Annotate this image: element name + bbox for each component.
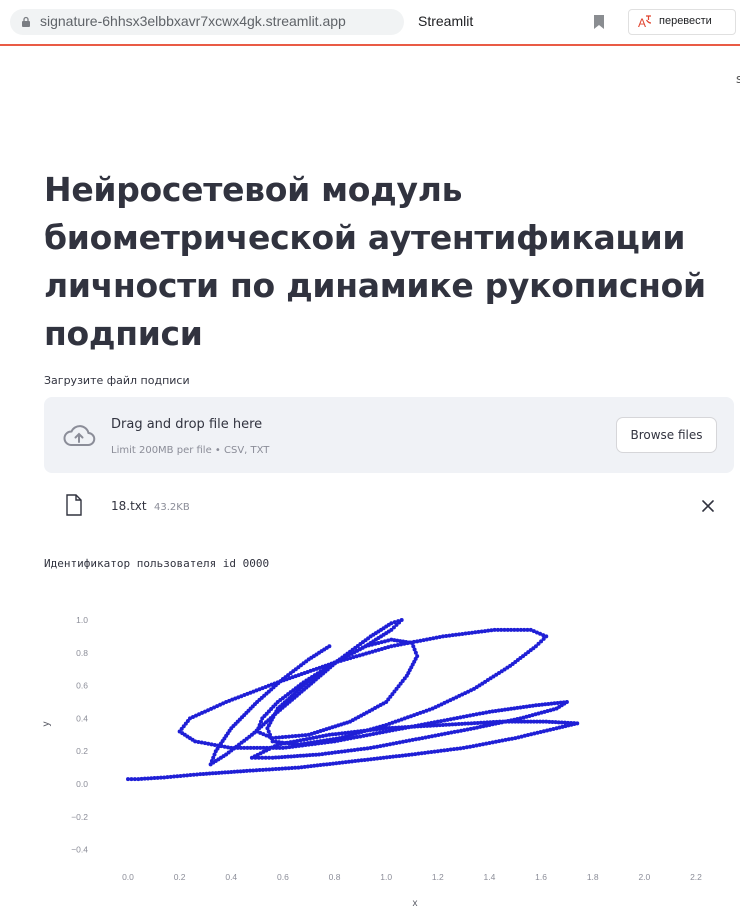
tab-title[interactable]: Streamlit [418,13,473,29]
x-axis-title: x [413,898,418,908]
user-id-output: Идентификатор пользователя id 0000 [44,557,270,570]
drop-text: Drag and drop file here [111,417,263,432]
x-tick-label: 1.2 [432,872,444,882]
x-tick-label: 0.0 [122,872,134,882]
x-tick-label: 0.8 [329,872,341,882]
url-text: signature-6hhsx3elbbxavr7xcwx4gk.streaml… [40,13,346,29]
cloud-upload-icon [63,425,96,446]
limit-text: Limit 200MB per file • CSV, TXT [111,445,270,456]
file-icon [66,494,82,516]
translate-button[interactable]: A перевести [628,9,736,35]
y-tick-label: 0.4 [76,713,88,723]
data-point [260,755,265,760]
x-tick-label: 1.6 [535,872,547,882]
file-dropzone[interactable]: Drag and drop file here Limit 200MB per … [44,397,734,473]
uploaded-file-size: 43.2KB [154,502,190,513]
uploaded-file-name: 18.txt [111,499,147,513]
x-tick-label: 0.2 [174,872,186,882]
upload-label: Загрузите файл подписи [44,374,190,387]
x-tick-label: 0.4 [225,872,237,882]
svg-text:A: A [638,16,646,30]
data-point [270,755,275,760]
y-tick-label: 0.2 [76,746,88,756]
bookmark-icon[interactable] [594,15,604,29]
data-point [267,755,272,760]
lock-icon [22,16,30,27]
page-title: Нейросетевой модуль биометрической аутен… [44,170,706,353]
x-tick-label: 1.8 [587,872,599,882]
signature-scatter-chart[interactable]: 1.0 0.8 0.6 0.4 0.2 0.0 −0.2 −0.4 0.0 0.2 0.4 0.6 0.… [0,600,740,908]
right-edge-char: s [736,72,740,86]
x-tick-label: 2.0 [638,872,650,882]
y-tick-label: 0.0 [76,779,88,789]
translate-label: перевести [659,15,712,27]
x-tick-label: 2.2 [690,872,702,882]
x-tick-label: 1.0 [380,872,392,882]
y-axis-title: y [41,722,52,727]
data-point [132,777,137,782]
y-tick-label: −0.2 [71,812,88,822]
address-bar[interactable]: signature-6hhsx3elbbxavr7xcwx4gk.streaml… [10,9,404,35]
data-point [126,777,130,782]
streamlit-header-decoration [0,44,740,46]
browse-files-button[interactable]: Browse files [616,417,717,453]
data-point [389,621,394,626]
y-tick-label: 0.8 [76,648,88,658]
data-point [263,755,268,760]
y-tick-label: 1.0 [76,615,88,625]
translate-icon: A [638,15,652,30]
y-tick-label: 0.6 [76,681,88,691]
x-tick-label: 1.4 [484,872,496,882]
data-point [136,777,141,782]
close-icon[interactable] [701,499,715,513]
data-point [129,777,134,782]
x-tick-label: 0.6 [277,872,289,882]
y-tick-label: −0.4 [71,845,88,855]
browser-toolbar: signature-6hhsx3elbbxavr7xcwx4gk.streaml… [0,0,740,44]
